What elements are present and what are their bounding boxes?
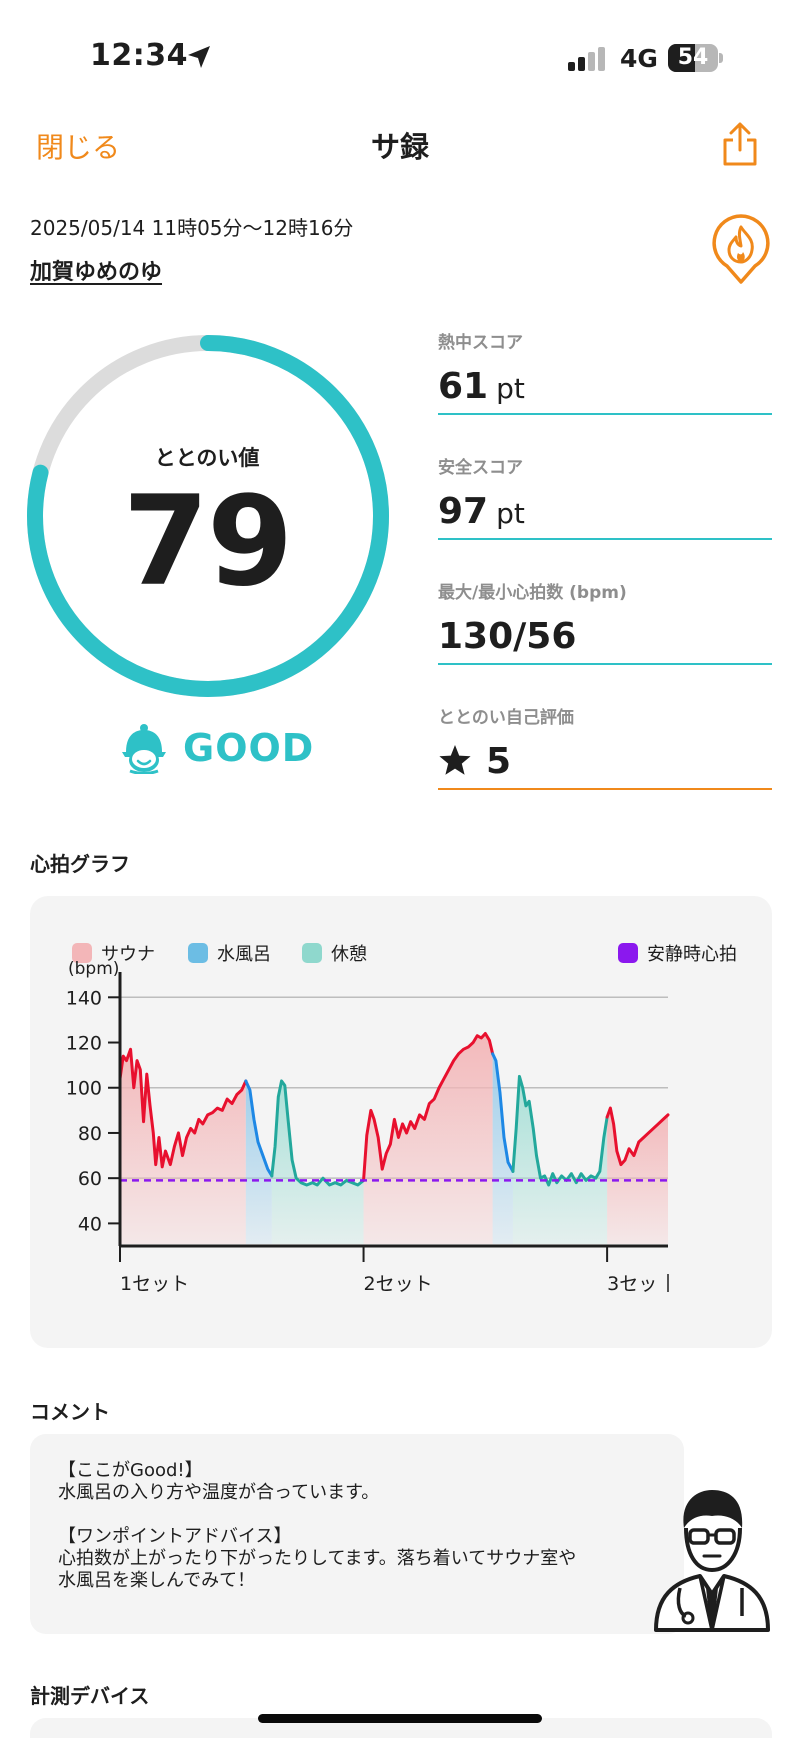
comment-title: コメント	[30, 1400, 110, 1424]
heart-rate-chart: サウナ 水風呂 休憩 安静時心拍 (bpm) 140 120 100 80 60 40 1セッ…	[30, 896, 772, 1348]
area-cold	[492, 1053, 513, 1244]
area-rest	[512, 1076, 608, 1244]
comment-advice-line: 水風呂を楽しんでみて！	[58, 1570, 256, 1591]
totonoi-label: ととのい値	[154, 446, 260, 470]
mascot-sauna-hat-icon	[122, 724, 166, 774]
status-time: 12:34	[90, 38, 188, 73]
metric-value: 5	[486, 741, 512, 782]
x-tick-label: 1セット	[120, 1273, 189, 1295]
doctor-avatar-icon	[654, 1490, 770, 1632]
network-label: 4G	[620, 44, 658, 73]
x-tick-label: 2セット	[364, 1273, 433, 1295]
metric-safety-score: 安全スコア 97 pt	[438, 453, 772, 540]
comment-advice-line: 心拍数が上がったり下がったりしてます。落ち着いてサウナ室や	[58, 1548, 577, 1569]
heart-graph-title: 心拍グラフ	[30, 852, 130, 876]
area-sauna	[120, 1049, 246, 1244]
metric-unit: pt	[496, 372, 525, 405]
session-date-range: 2025/05/14 11時05分〜12時16分	[30, 216, 354, 240]
facility-link[interactable]: 加賀ゆめのゆ	[30, 254, 162, 286]
x-tick-label: 3セッ	[607, 1273, 657, 1295]
area-sauna	[607, 1108, 668, 1244]
metric-label: 最大/最小心拍数 (bpm)	[438, 583, 627, 603]
y-tick-label: 80	[78, 1123, 102, 1145]
metric-value: 97	[438, 491, 489, 532]
star-icon	[439, 745, 471, 775]
area-sauna	[363, 1033, 493, 1244]
metric-label: ととのい自己評価	[438, 708, 574, 728]
metric-value: 61	[438, 366, 489, 407]
metric-value: 130/56	[438, 616, 577, 657]
share-icon[interactable]	[720, 120, 760, 168]
y-tick-label: 40	[78, 1213, 102, 1235]
comment-card: 【ここがGood!】 水風呂の入り方や温度が合っています。 【ワンポイントアドバ…	[30, 1434, 684, 1634]
comment-good-heading: 【ここがGood!】	[58, 1460, 203, 1481]
metric-label: 熱中スコア	[438, 333, 523, 353]
y-tick-label: 120	[66, 1033, 102, 1055]
page-title: サ録	[370, 130, 429, 164]
metric-heart-rate: 最大/最小心拍数 (bpm) 130/56	[438, 578, 772, 665]
totonoi-rating: GOOD	[183, 726, 315, 770]
area-cold	[245, 1080, 272, 1244]
totonoi-value: 79	[122, 470, 294, 614]
cellular-signal-icon	[568, 47, 605, 71]
comment-good-text: 水風呂の入り方や温度が合っています。	[58, 1482, 380, 1503]
metric-unit: pt	[496, 497, 525, 530]
y-axis-unit: (bpm)	[68, 959, 119, 979]
y-tick-label: 60	[78, 1168, 102, 1190]
fire-bubble-icon[interactable]	[710, 212, 772, 286]
device-section-title: 計測デバイス	[30, 1684, 150, 1708]
metric-self-rating[interactable]: ととのい自己評価 5	[438, 703, 772, 790]
battery-level: 54	[677, 45, 709, 70]
y-tick-label: 140	[66, 987, 102, 1009]
metric-heat-score: 熱中スコア 61 pt	[438, 328, 772, 415]
heart-rate-plot: (bpm) 140 120 100 80 60 40 1セット 2セット 3セッ	[66, 959, 670, 1295]
y-tick-label: 100	[66, 1078, 102, 1100]
location-arrow-icon	[188, 46, 210, 68]
metric-label: 安全スコア	[438, 458, 523, 478]
home-indicator[interactable]	[258, 1714, 542, 1723]
comment-advice-heading: 【ワンポイントアドバイス】	[58, 1526, 292, 1547]
battery-indicator: 54	[668, 44, 723, 72]
